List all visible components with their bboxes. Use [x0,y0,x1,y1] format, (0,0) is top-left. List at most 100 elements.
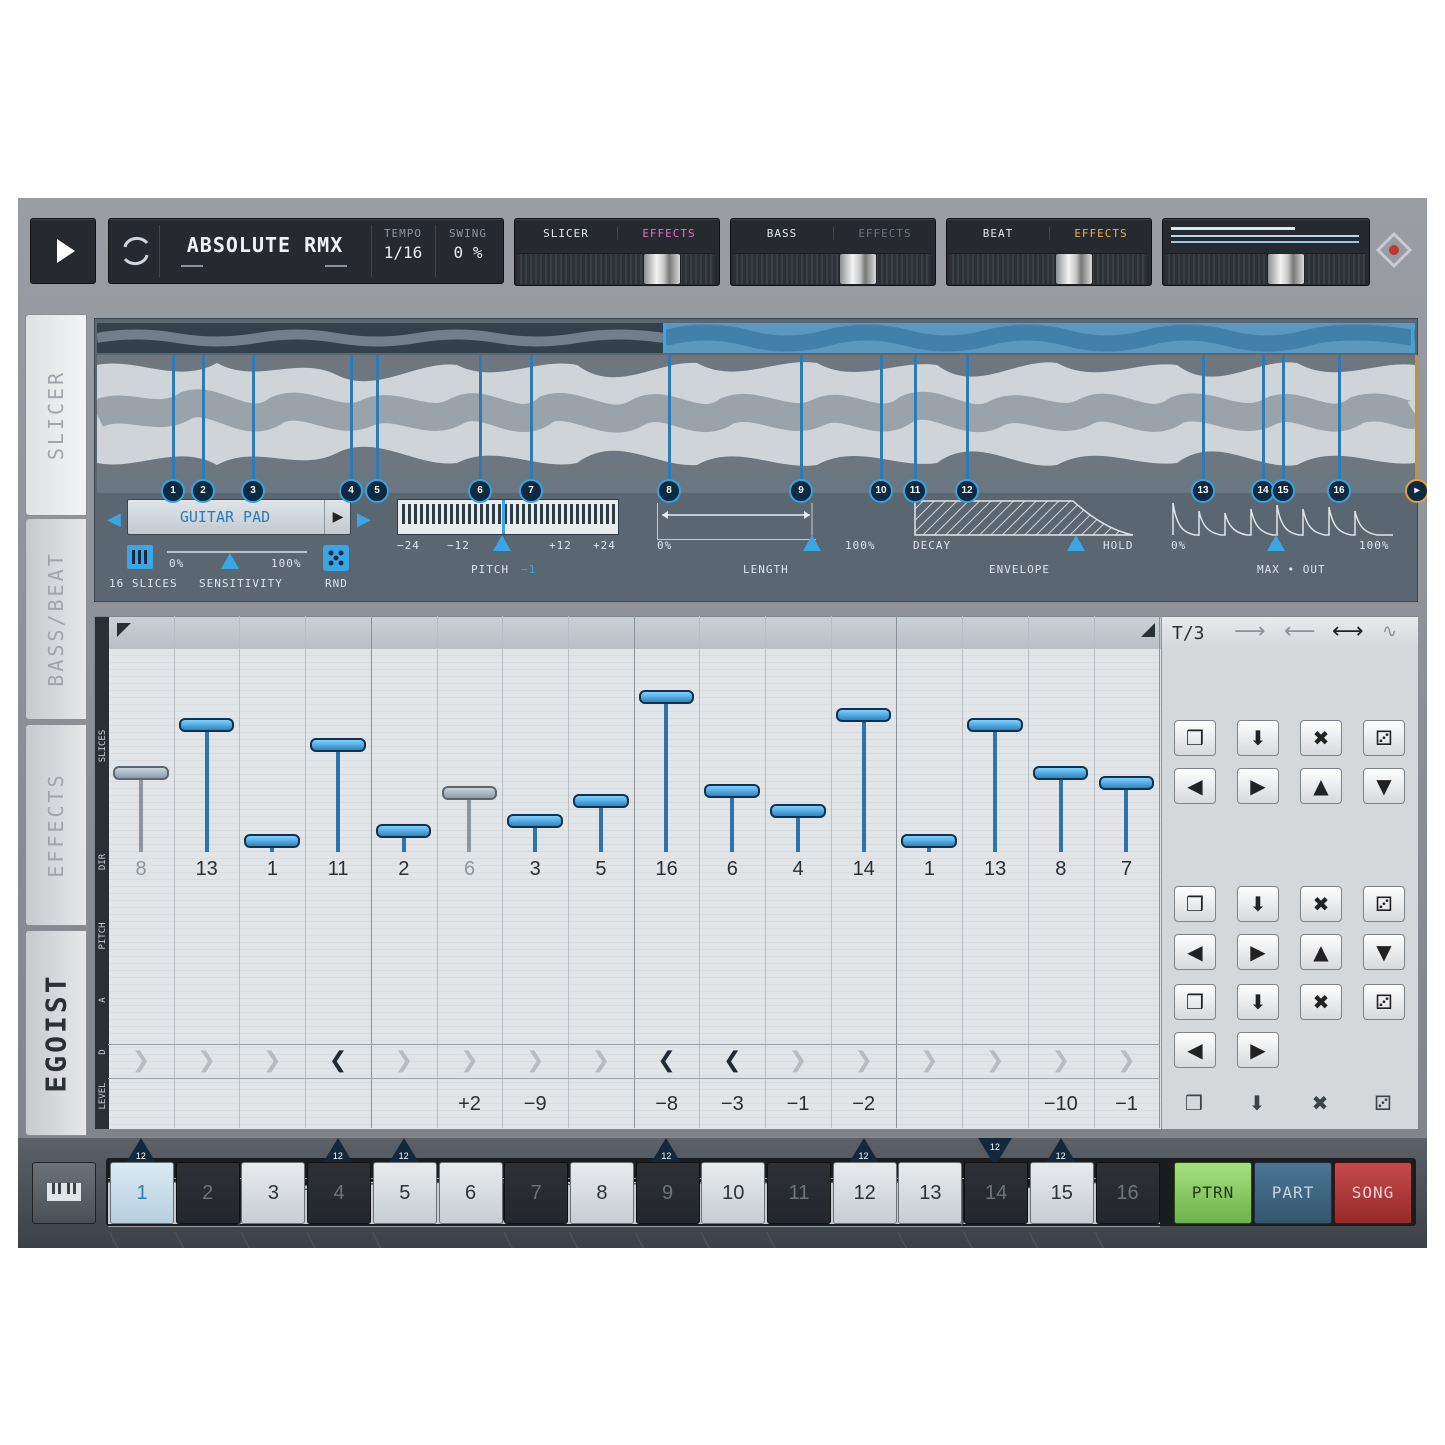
slice-bar-handle[interactable] [244,834,301,848]
copy-icon[interactable]: ❒ [1174,720,1216,756]
random-icon[interactable]: ⚂ [1363,886,1405,922]
sensitivity-handle[interactable] [221,553,239,569]
step-button-2[interactable]: 2 [175,1162,240,1224]
step-button-15[interactable]: 15 [1029,1162,1094,1224]
part-button[interactable]: PART [1254,1162,1332,1224]
clear-icon[interactable]: ✖ [1300,886,1342,922]
slice-bar[interactable] [664,696,669,852]
tab-bass-beat[interactable]: BASS/BEAT [25,518,87,720]
copy-icon[interactable]: ❒ [1174,886,1216,922]
pitch-value[interactable]: +2 [437,1093,503,1116]
right-icon[interactable]: ▶ [1237,934,1279,970]
slicer-fader-knob[interactable] [643,253,681,285]
pitch-value[interactable]: −10 [1028,1093,1094,1116]
direction-right-icon[interactable]: ❯ [1028,1048,1094,1073]
slice-bar-handle[interactable] [441,786,498,800]
pitch-keyboard[interactable] [397,499,619,535]
right-icon[interactable]: ▶ [1237,1032,1279,1068]
direction-right-icon[interactable]: ❯ [371,1048,437,1073]
pitch-value[interactable]: −9 [502,1093,568,1116]
step-button-12[interactable]: 12 [832,1162,897,1224]
slice-marker-8[interactable]: 8 [657,479,681,503]
random-icon[interactable]: ⚂ [1363,1086,1403,1120]
direction-left-icon[interactable]: ❮ [699,1048,765,1073]
waveform-main[interactable] [97,355,1415,473]
slice-marker-12[interactable]: 12 [955,479,979,503]
random-icon[interactable]: ⚂ [1363,984,1405,1020]
pattern-next-arrow-icon[interactable] [325,265,347,267]
step-button-5[interactable]: 5 [372,1162,437,1224]
down-icon[interactable]: ▼ [1363,934,1405,970]
slice-bar-handle[interactable] [901,834,958,848]
slice-marker-6[interactable]: 6 [468,479,492,503]
master-volume-fader[interactable] [1165,253,1365,284]
end-marker-icon[interactable]: ▸ [1405,479,1427,503]
slice-number[interactable]: 14 [831,858,897,881]
slice-bar-handle[interactable] [375,824,432,838]
swing-value[interactable]: 0 % [437,243,499,262]
slice-bar[interactable] [335,744,340,852]
slice-marker-5[interactable]: 5 [365,479,389,503]
direction-right-icon[interactable]: ❯ [962,1048,1028,1073]
slice-bar-handle[interactable] [770,804,826,818]
slice-number[interactable]: 1 [896,858,962,881]
copy-icon[interactable]: ❒ [1174,1086,1214,1120]
slice-bar-handle[interactable] [310,738,366,752]
pattern-prev-arrow-icon[interactable] [181,265,203,267]
direction-left-icon[interactable]: ❮ [305,1048,371,1073]
slice-bar[interactable] [138,772,143,852]
direction-right-icon[interactable]: ❯ [1094,1048,1160,1073]
direction-right-icon[interactable]: ❯ [108,1048,174,1073]
slice-number[interactable]: 1 [239,858,305,881]
direction-right-icon[interactable]: ❯ [765,1048,831,1073]
step-button-4[interactable]: 4 [307,1162,372,1224]
slice-bar[interactable] [1124,782,1129,852]
down-icon[interactable]: ▼ [1363,768,1405,804]
slice-marker-16[interactable]: 16 [1327,479,1351,503]
step-button-16[interactable]: 16 [1095,1162,1160,1224]
direction-right-icon[interactable]: ❯ [174,1048,240,1073]
decay-envelope-row[interactable] [108,1228,1160,1248]
slicer-channel-label[interactable]: SLICER [515,227,617,240]
slice-marker-4[interactable]: 4 [339,479,363,503]
arrow-left-icon[interactable]: ⟵ [1284,619,1316,644]
slice-marker-2[interactable]: 2 [191,479,215,503]
slice-number[interactable]: 8 [1028,858,1094,881]
up-icon[interactable]: ▲ [1300,768,1342,804]
master-fader-knob[interactable] [1267,253,1305,285]
loop-end-marker-icon[interactable] [1141,623,1155,637]
step-button-11[interactable]: 11 [767,1162,831,1224]
slice-bar[interactable] [730,790,735,852]
direction-right-icon[interactable]: ❯ [831,1048,897,1073]
up-icon[interactable]: ▲ [1300,934,1342,970]
slice-number[interactable]: 13 [174,858,240,881]
direction-right-icon[interactable]: ❯ [437,1048,503,1073]
pitch-handle[interactable] [493,535,511,551]
direction-left-icon[interactable]: ❮ [634,1048,700,1073]
clear-icon[interactable]: ✖ [1300,1086,1340,1120]
clear-icon[interactable]: ✖ [1300,720,1342,756]
slice-number[interactable]: 11 [305,858,371,881]
left-icon[interactable]: ◀ [1174,1032,1216,1068]
arrow-right-icon[interactable]: ⟶ [1234,619,1266,644]
slice-marker-9[interactable]: 9 [789,479,813,503]
paste-icon[interactable]: ⬇ [1237,720,1279,756]
left-icon[interactable]: ◀ [1174,768,1216,804]
slice-bar[interactable] [992,724,997,852]
tab-effects[interactable]: EFFECTS [25,724,87,926]
step-button-3[interactable]: 3 [241,1162,306,1224]
length-handle[interactable] [803,535,821,551]
slice-number[interactable]: 7 [1094,858,1160,881]
copy-icon[interactable]: ❒ [1174,984,1216,1020]
clear-icon[interactable]: ✖ [1300,984,1342,1020]
slice-bar-handle[interactable] [835,708,892,722]
length-graph[interactable] [657,503,816,540]
slice-bar-handle[interactable] [178,718,235,732]
waveform-overview[interactable] [97,323,1415,353]
slicer-volume-fader[interactable] [517,253,715,284]
beat-fader-knob[interactable] [1055,253,1093,285]
slice-number[interactable]: 4 [765,858,831,881]
slice-number[interactable]: 16 [634,858,700,881]
pitch-value[interactable]: −3 [699,1093,765,1116]
slice-number[interactable]: 2 [371,858,437,881]
